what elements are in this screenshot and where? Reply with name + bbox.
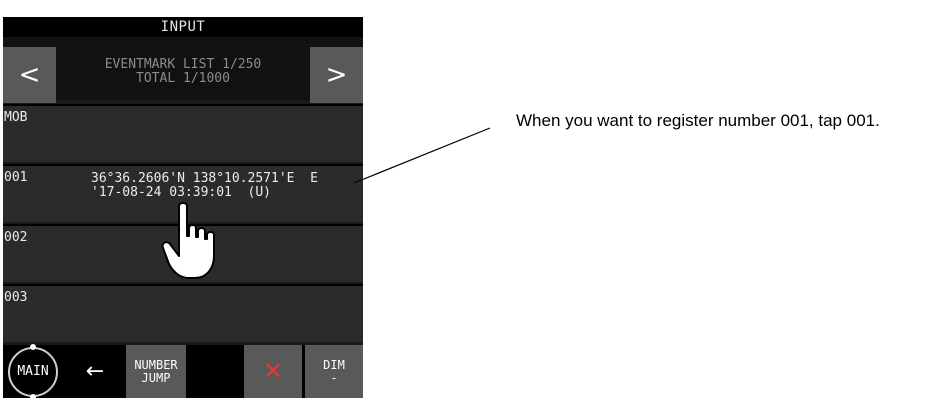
instruction-callout: When you want to register number 001, ta… (516, 111, 880, 130)
list-header: < EVENTMARK LIST 1/250 TOTAL 1/1000 > (3, 37, 363, 103)
eventmark-total-count: TOTAL 1/1000 (136, 71, 230, 86)
row-id: 001 (4, 170, 28, 185)
device-screen: INPUT < EVENTMARK LIST 1/250 TOTAL 1/100… (3, 17, 363, 398)
next-page-button[interactable]: > (310, 47, 363, 103)
jump-label-line2: JUMP (141, 370, 171, 385)
row-id: 002 (4, 230, 28, 245)
main-label: MAIN (17, 364, 49, 379)
chevron-left-icon: < (18, 60, 41, 90)
back-arrow-icon: ← (85, 359, 105, 384)
dim-label-line1: DIM (323, 357, 345, 372)
row-position: 36°36.2606'N 138°10.2571'E E (91, 171, 318, 186)
back-button[interactable]: ← (66, 345, 124, 398)
close-x-icon: ✕ (262, 357, 284, 385)
list-item-003[interactable]: 003 (3, 284, 363, 342)
bottom-toolbar: MAIN ← NUMBER JUMP ✕ DIM - (3, 343, 363, 398)
list-item-mob[interactable]: MOB (3, 104, 363, 162)
delete-button[interactable]: ✕ (244, 345, 302, 398)
row-timestamp: '17-08-24 03:39:01 (U) (91, 185, 272, 200)
dim-label-line2: - (330, 370, 338, 385)
previous-page-button[interactable]: < (3, 47, 56, 103)
number-jump-button[interactable]: NUMBER JUMP (126, 345, 186, 398)
row-id: 003 (4, 290, 28, 305)
title-bar: INPUT (3, 17, 363, 37)
jump-label-line1: NUMBER (134, 357, 178, 372)
screen-title: INPUT (160, 19, 206, 35)
hand-pointer-icon (161, 202, 215, 279)
row-data: 36°36.2606'N 138°10.2571'E E '17-08-24 0… (91, 172, 318, 200)
dial-dot-bottom (30, 393, 36, 398)
dim-button[interactable]: DIM - (305, 345, 363, 398)
dial-dot-top (30, 343, 36, 350)
eventmark-list-count: EVENTMARK LIST 1/250 (104, 57, 262, 72)
row-id: MOB (4, 110, 28, 125)
main-button[interactable]: MAIN (5, 343, 61, 398)
chevron-right-icon: > (325, 60, 348, 90)
list-status: EVENTMARK LIST 1/250 TOTAL 1/1000 (63, 58, 303, 86)
main-dial: MAIN (8, 343, 58, 398)
